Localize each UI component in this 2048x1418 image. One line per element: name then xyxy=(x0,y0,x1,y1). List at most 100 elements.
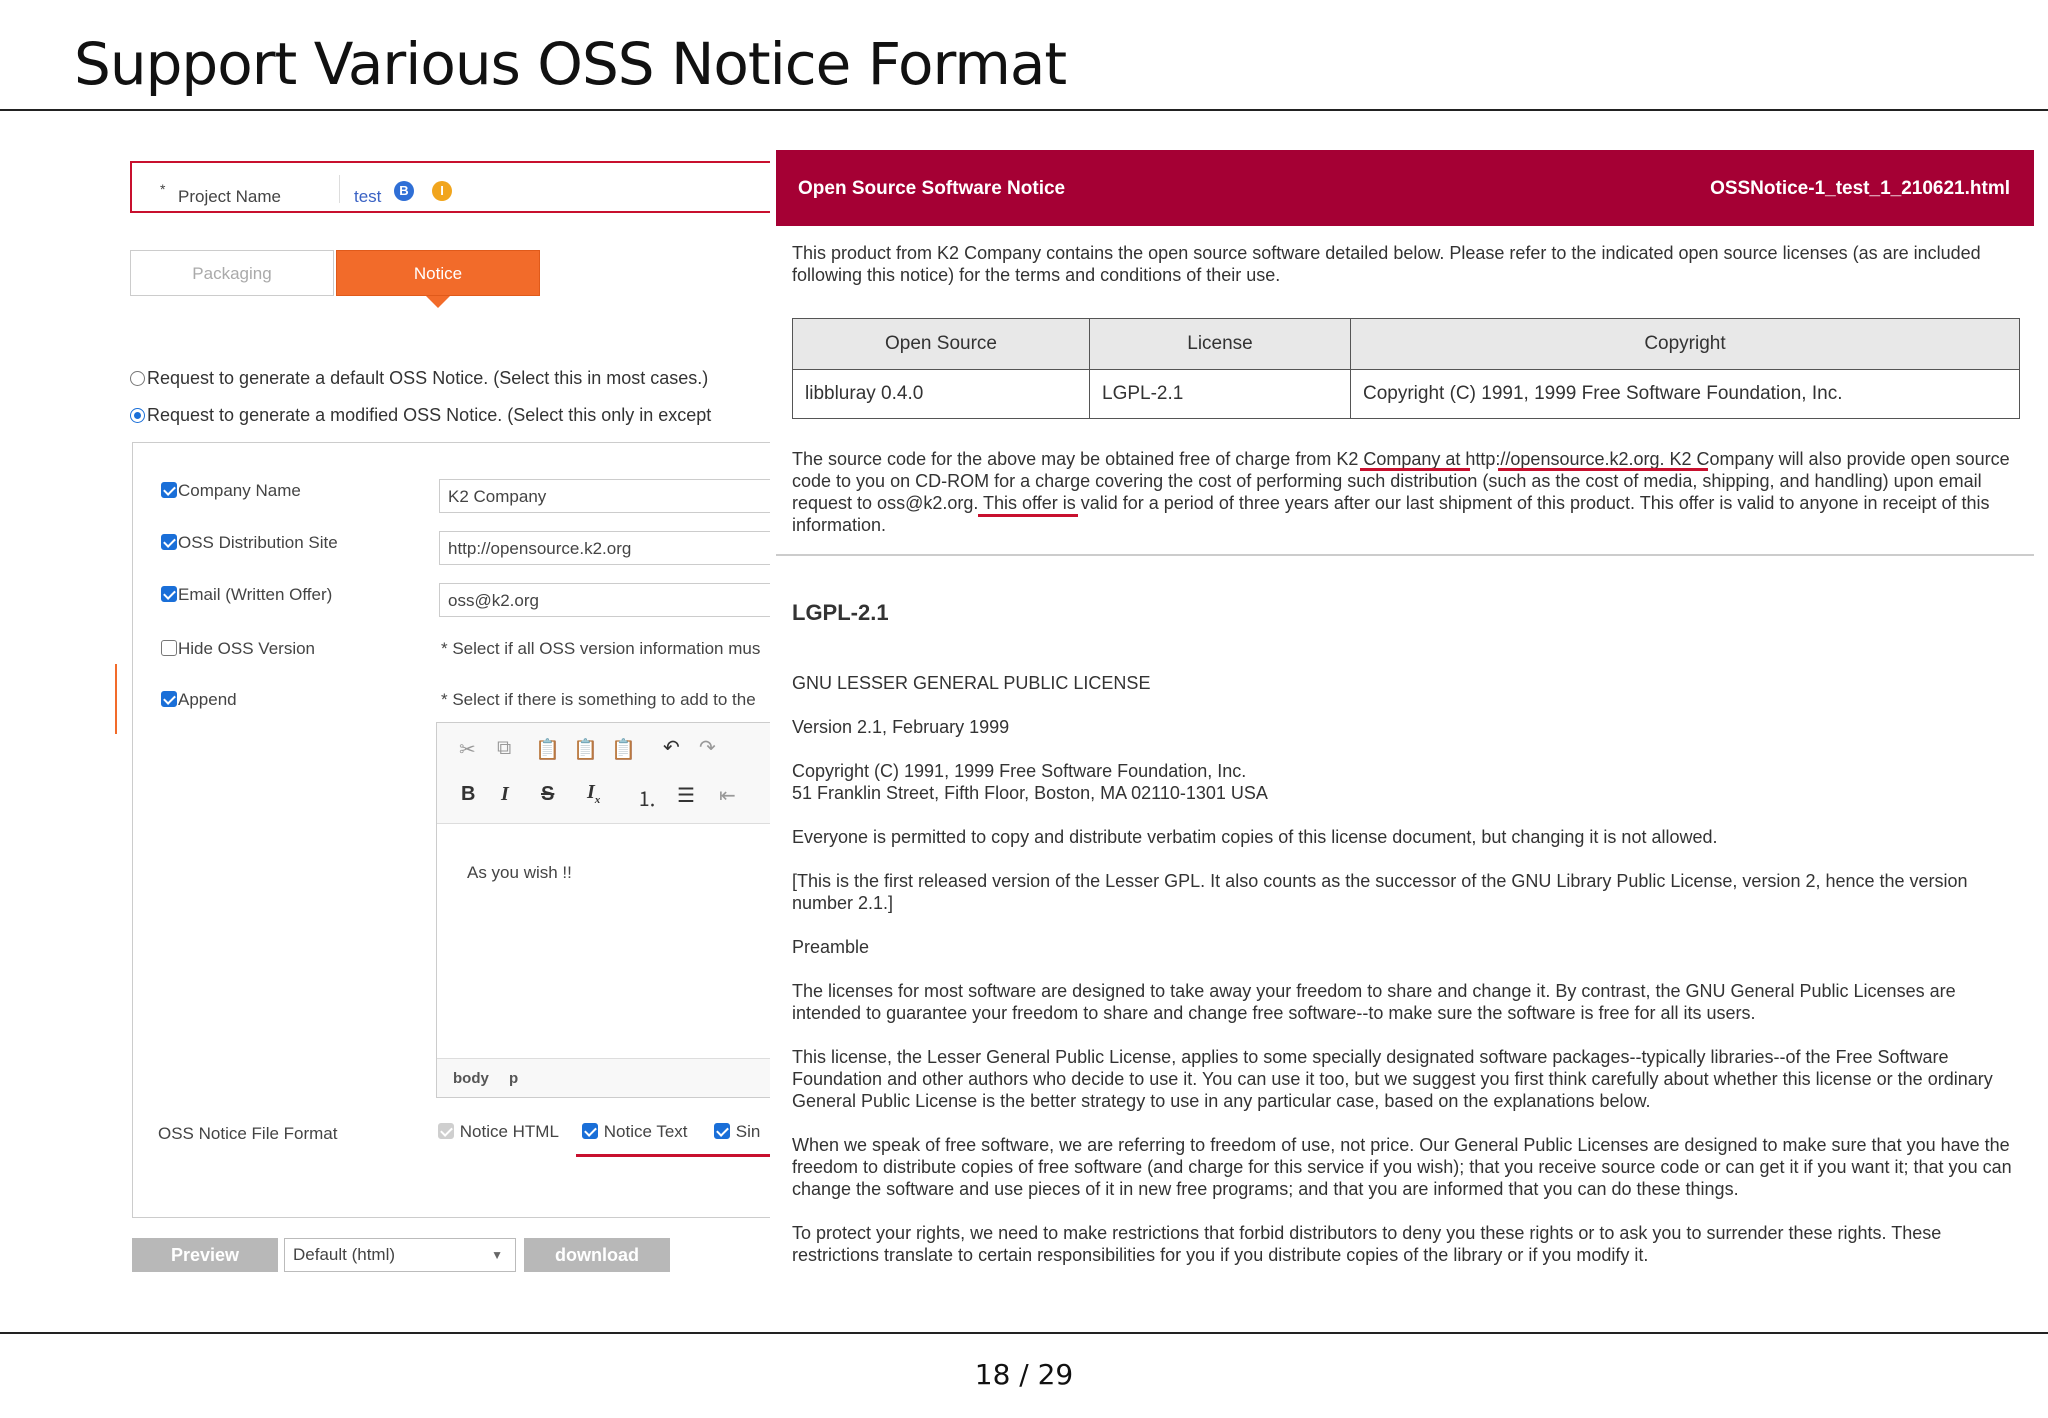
table-header: Copyright xyxy=(1350,318,2020,370)
license-paragraph: To protect your rights, we need to make … xyxy=(792,1223,1942,1265)
redo-icon[interactable]: ↷ xyxy=(699,735,716,760)
radio-button[interactable] xyxy=(130,371,145,386)
status-body-tag[interactable]: body xyxy=(453,1070,489,1087)
oss-site-label: OSS Distribution Site xyxy=(178,533,338,552)
copy-icon[interactable]: ⧉ xyxy=(497,737,511,760)
oss-site-checkbox[interactable] xyxy=(161,534,177,550)
license-paragraph: GNU LESSER GENERAL PUBLIC LICENSE xyxy=(792,673,1151,693)
select-value: Default (html) xyxy=(293,1245,396,1264)
company-name-label: Company Name xyxy=(178,481,301,500)
sin-checkbox[interactable] xyxy=(714,1123,730,1139)
format-notice-text[interactable]: Notice Text xyxy=(582,1122,688,1142)
notice-file-name: OSSNotice-1_test_1_210621.html xyxy=(1710,178,2010,199)
notice-header: Open Source Software Notice OSSNotice-1_… xyxy=(776,150,2034,226)
bold-icon[interactable]: B xyxy=(461,783,475,806)
rich-text-editor: ✂ ⧉ 📋 📋 📋 ↶ ↷ B I S Ix ⒈ ☰ ⇤ As you wish… xyxy=(436,722,770,1098)
email-checkbox[interactable] xyxy=(161,586,177,602)
undo-icon[interactable]: ↶ xyxy=(663,735,680,760)
strikethrough-icon[interactable]: S xyxy=(541,783,554,806)
license-paragraph: Preamble xyxy=(792,937,870,957)
format-notice-html[interactable]: Notice HTML xyxy=(438,1122,559,1142)
license-paragraph: Everyone is permitted to copy and distri… xyxy=(792,827,1718,847)
paste-text-icon[interactable]: 📋 xyxy=(573,737,598,762)
license-paragraph: This license, the Lesser General Public … xyxy=(792,1047,1993,1111)
oss-site-input[interactable]: http://opensource.k2.org xyxy=(439,531,770,565)
project-name-value[interactable]: test xyxy=(354,187,381,207)
tab-packaging[interactable]: Packaging xyxy=(130,250,334,296)
radio-button-selected[interactable] xyxy=(130,408,145,423)
email-input[interactable]: oss@k2.org xyxy=(439,583,770,617)
b-badge-icon[interactable]: B xyxy=(394,181,414,201)
oss-site-option[interactable]: OSS Distribution Site xyxy=(161,533,338,553)
sin-label: Sin xyxy=(735,1122,761,1141)
oss-table: Open Source License Copyright libbluray … xyxy=(792,318,2020,419)
paste-icon[interactable]: 📋 xyxy=(535,737,560,762)
notice-header-title: Open Source Software Notice xyxy=(798,178,1066,199)
highlight-underline xyxy=(576,1154,770,1157)
source-offer: The source code for the above may be obt… xyxy=(792,449,2010,535)
email-option[interactable]: Email (Written Offer) xyxy=(161,585,332,605)
license-paragraph: Version 2.1, February 1999 xyxy=(792,717,1010,737)
highlight-underline xyxy=(1498,468,1708,471)
remove-format-icon[interactable]: Ix xyxy=(587,781,600,806)
footer-divider xyxy=(0,1332,2048,1334)
license-paragraph: [This is the first released version of t… xyxy=(792,871,1968,913)
license-title: LGPL-2.1 xyxy=(792,600,889,625)
title-divider xyxy=(0,109,2048,111)
bulleted-list-icon[interactable]: ☰ xyxy=(677,783,695,808)
company-name-checkbox[interactable] xyxy=(161,482,177,498)
table-header: License xyxy=(1089,318,1351,370)
cut-icon[interactable]: ✂ xyxy=(459,737,476,762)
preview-format-select[interactable]: Default (html) ▼ xyxy=(284,1238,516,1272)
italic-icon[interactable]: I xyxy=(501,783,509,806)
notice-html-label: Notice HTML xyxy=(459,1122,559,1141)
download-button[interactable]: download xyxy=(524,1238,670,1272)
editor-content[interactable]: As you wish !! xyxy=(467,863,572,883)
format-sin[interactable]: Sin xyxy=(714,1122,760,1142)
info-badge-icon[interactable]: I xyxy=(432,181,452,201)
hide-version-note: * Select if all OSS version information … xyxy=(441,639,761,658)
append-checkbox[interactable] xyxy=(161,691,177,707)
notice-text-label: Notice Text xyxy=(603,1122,688,1141)
table-cell: libbluray 0.4.0 xyxy=(792,369,1090,419)
table-cell: Copyright (C) 1991, 1999 Free Software F… xyxy=(1350,369,2020,419)
email-label: Email (Written Offer) xyxy=(178,585,333,604)
notice-form-panel: * Project Name test B I Packaging Notice… xyxy=(130,160,770,1280)
company-name-input[interactable]: K2 Company xyxy=(439,479,770,513)
section-divider xyxy=(776,554,2034,556)
project-name-row: * Project Name test B I xyxy=(130,161,770,213)
hide-version-option[interactable]: Hide OSS Version xyxy=(161,639,315,659)
radio-modified-notice[interactable]: Request to generate a modified OSS Notic… xyxy=(130,405,711,426)
hide-version-label: Hide OSS Version xyxy=(178,639,316,658)
slide-title: Support Various OSS Notice Format xyxy=(74,30,1067,98)
hide-version-checkbox[interactable] xyxy=(161,640,177,656)
active-tab-pointer xyxy=(426,296,450,308)
accent-marker xyxy=(115,664,117,734)
append-option[interactable]: Append xyxy=(161,690,237,710)
company-name-option[interactable]: Company Name xyxy=(161,481,301,501)
required-mark: * xyxy=(160,181,166,197)
notice-intro: This product from K2 Company contains th… xyxy=(792,243,1981,285)
highlight-underline xyxy=(1360,468,1470,471)
radio-default-notice[interactable]: Request to generate a default OSS Notice… xyxy=(130,368,708,389)
radio-modified-label: Request to generate a modified OSS Notic… xyxy=(147,405,712,425)
table-row: libbluray 0.4.0 LGPL-2.1 Copyright (C) 1… xyxy=(792,369,2020,419)
tab-notice[interactable]: Notice xyxy=(336,250,540,296)
numbered-list-icon[interactable]: ⒈ xyxy=(637,783,657,812)
notice-text-checkbox[interactable] xyxy=(582,1123,598,1139)
status-p-tag[interactable]: p xyxy=(509,1070,518,1087)
dropdown-caret-icon: ▼ xyxy=(491,1248,503,1262)
notice-preview-panel: Open Source Software Notice OSSNotice-1_… xyxy=(776,150,2040,1290)
divider xyxy=(339,175,340,203)
table-header: Open Source xyxy=(792,318,1090,370)
editor-toolbar: ✂ ⧉ 📋 📋 📋 ↶ ↷ B I S Ix ⒈ ☰ ⇤ xyxy=(437,723,770,824)
license-paragraph: Copyright (C) 1991, 1999 Free Software F… xyxy=(792,761,1268,803)
file-format-label: OSS Notice File Format xyxy=(158,1124,338,1143)
page-number: 18 / 29 xyxy=(974,1358,1074,1391)
preview-button[interactable]: Preview xyxy=(132,1238,278,1272)
paste-word-icon[interactable]: 📋 xyxy=(611,737,636,762)
project-name-label: Project Name xyxy=(178,187,281,206)
outdent-icon[interactable]: ⇤ xyxy=(719,783,736,808)
notice-html-checkbox[interactable] xyxy=(438,1123,454,1139)
radio-default-label: Request to generate a default OSS Notice… xyxy=(147,368,709,388)
